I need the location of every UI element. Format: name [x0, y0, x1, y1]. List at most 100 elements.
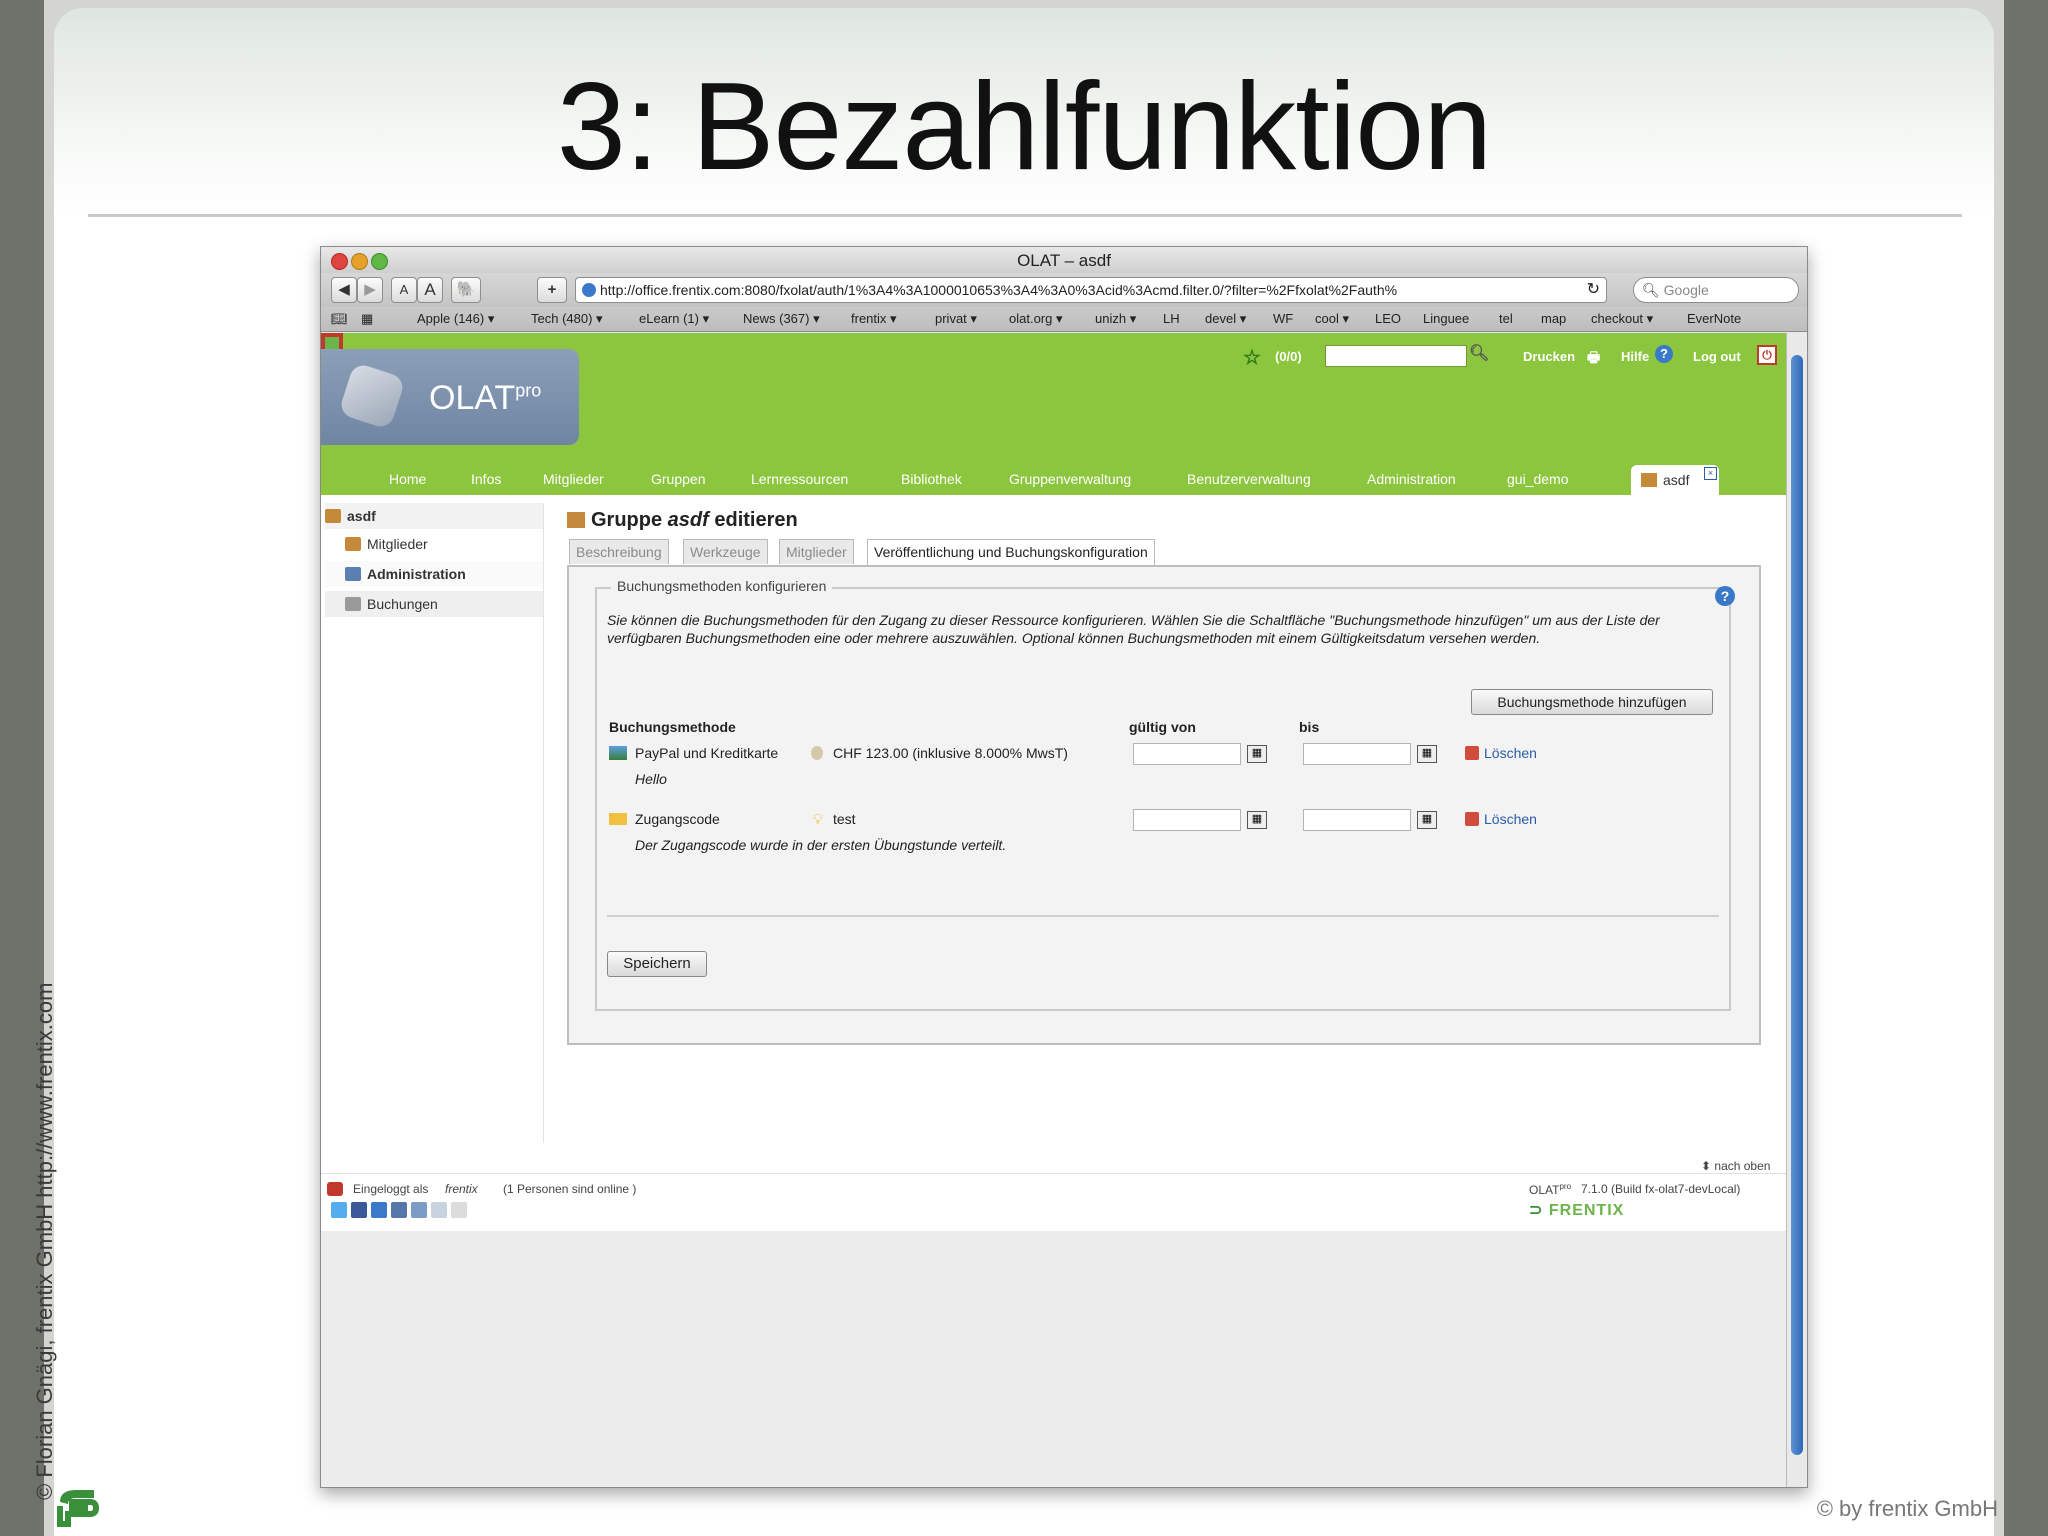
tab-panel: Buchungsmethoden konfigurieren ? Sie kön…: [567, 565, 1761, 1045]
nav-lernressourcen[interactable]: Lernressourcen: [751, 471, 848, 487]
bookmark-news[interactable]: News (367) ▾: [743, 311, 820, 327]
group-icon: [325, 509, 341, 523]
method-note: Hello: [635, 771, 667, 787]
delete-icon: [1465, 746, 1479, 760]
delete-link[interactable]: Löschen: [1465, 745, 1537, 761]
tab-veroeffentlichung[interactable]: Veröffentlichung und Buchungskonfigurati…: [867, 539, 1155, 566]
url-input[interactable]: http://office.frentix.com:8080/fxolat/au…: [575, 277, 1607, 303]
valid-until-input[interactable]: [1303, 809, 1411, 831]
share-icon[interactable]: [451, 1202, 467, 1218]
quick-search-icon[interactable]: 🔍︎: [1469, 343, 1489, 363]
bookmark-wf[interactable]: WF: [1273, 311, 1293, 326]
to-top-link[interactable]: ⬍ nach oben: [1701, 1159, 1770, 1173]
frentix-logo-icon: [57, 1490, 100, 1527]
bookmark-olatorg[interactable]: olat.org ▾: [1009, 311, 1063, 327]
bookmark-tel[interactable]: tel: [1499, 311, 1513, 326]
calendar-icon[interactable]: ▦: [1247, 811, 1267, 829]
delicious-icon[interactable]: [391, 1202, 407, 1218]
bookmark-privat[interactable]: privat ▾: [935, 311, 977, 327]
footer: Eingeloggt als frentix (1 Personen sind …: [321, 1173, 1787, 1230]
tab-werkzeuge[interactable]: Werkzeuge: [683, 539, 768, 564]
vertical-scrollbar[interactable]: [1786, 333, 1807, 1487]
evernote-icon[interactable]: 🐘: [451, 277, 481, 303]
menu-item-asdf[interactable]: asdf: [325, 503, 543, 529]
calendar-icon[interactable]: ▦: [1417, 745, 1437, 763]
nav-administration[interactable]: Administration: [1367, 471, 1456, 487]
bookmark-frentix[interactable]: frentix ▾: [851, 311, 897, 327]
olat-logo-text: OLAT: [429, 379, 516, 417]
scrollbar-thumb[interactable]: [1791, 355, 1803, 1455]
olat-logo[interactable]: OLATpro: [321, 349, 579, 445]
tab-beschreibung[interactable]: Beschreibung: [569, 539, 669, 564]
twitter-icon[interactable]: [331, 1202, 347, 1218]
close-tab-icon[interactable]: ×: [1704, 467, 1717, 480]
nav-home[interactable]: Home: [389, 471, 426, 487]
add-booking-method-button[interactable]: Buchungsmethode hinzufügen: [1471, 689, 1713, 715]
mail-icon[interactable]: [431, 1202, 447, 1218]
bookmark-cool[interactable]: cool ▾: [1315, 311, 1349, 327]
nav-gui-demo[interactable]: gui_demo: [1507, 471, 1569, 487]
nav-benutzerverwaltung[interactable]: Benutzerverwaltung: [1187, 471, 1311, 487]
add-bookmark-button[interactable]: +: [537, 277, 567, 303]
calendar-icon[interactable]: ▦: [1417, 811, 1437, 829]
tab-mitglieder[interactable]: Mitglieder: [779, 539, 854, 564]
bookmark-star-icon[interactable]: ☆: [1243, 345, 1261, 370]
bookmark-evernote[interactable]: EverNote: [1687, 311, 1741, 326]
valid-from-input[interactable]: [1133, 743, 1241, 765]
bookmark-unizh[interactable]: unizh ▾: [1095, 311, 1136, 327]
method-name: Zugangscode: [635, 811, 720, 827]
online-count[interactable]: (1 Personen sind online ): [503, 1182, 636, 1196]
calendar-icon[interactable]: ▦: [1247, 745, 1267, 763]
bookmark-linguee[interactable]: Linguee: [1423, 311, 1469, 326]
nav-mitglieder[interactable]: Mitglieder: [543, 471, 604, 487]
olat-header: OLATpro ☆ (0/0) 🔍︎ Drucken 🖶 Hilfe ? Log…: [321, 333, 1787, 495]
forward-button[interactable]: ▶: [357, 277, 383, 303]
save-button[interactable]: Speichern: [607, 951, 707, 977]
logout-link[interactable]: Log out: [1693, 349, 1741, 364]
nav-bibliothek[interactable]: Bibliothek: [901, 471, 962, 487]
nav-infos[interactable]: Infos: [471, 471, 501, 487]
menu-item-mitglieder[interactable]: Mitglieder: [325, 531, 543, 557]
google-icon[interactable]: [371, 1202, 387, 1218]
help-link[interactable]: Hilfe: [1621, 349, 1649, 364]
nav-gruppenverwaltung[interactable]: Gruppenverwaltung: [1009, 471, 1131, 487]
valid-from-input[interactable]: [1133, 809, 1241, 831]
bookmark-elearn[interactable]: eLearn (1) ▾: [639, 311, 709, 327]
quick-search-input[interactable]: [1325, 345, 1467, 367]
bookmark-map[interactable]: map: [1541, 311, 1566, 326]
nav-tab-asdf[interactable]: asdf ×: [1631, 465, 1719, 495]
bookmark-lh[interactable]: LH: [1163, 311, 1180, 326]
bookmark-count[interactable]: (0/0): [1275, 349, 1302, 364]
reload-icon[interactable]: ↻: [1587, 278, 1600, 302]
facebook-icon[interactable]: [351, 1202, 367, 1218]
text-larger-button[interactable]: A: [417, 277, 443, 303]
valid-until-input[interactable]: [1303, 743, 1411, 765]
bookmarks-book-icon[interactable]: 📖︎: [331, 311, 348, 327]
search-input[interactable]: 🔍︎ Google: [1633, 277, 1799, 303]
menu-item-administration[interactable]: Administration: [325, 561, 543, 587]
method-note: Der Zugangscode wurde in der ersten Übun…: [635, 837, 1006, 853]
text-smaller-button[interactable]: A: [391, 277, 417, 303]
print-icon[interactable]: 🖶: [1587, 347, 1600, 371]
back-button[interactable]: ◀: [331, 277, 357, 303]
menu-item-label: Administration: [367, 566, 466, 582]
delete-link[interactable]: Löschen: [1465, 811, 1537, 827]
nav-gruppen[interactable]: Gruppen: [651, 471, 705, 487]
bookmark-apple[interactable]: Apple (146) ▾: [417, 311, 494, 327]
olat-pro-sup: pro: [1559, 1182, 1572, 1191]
help-icon[interactable]: ?: [1715, 586, 1735, 606]
bulb-icon: 💡︎: [813, 811, 823, 827]
print-link[interactable]: Drucken: [1523, 349, 1575, 364]
page-title: Gruppe asdf editieren: [567, 509, 798, 532]
top-sites-grid-icon[interactable]: ▦: [361, 311, 373, 327]
bookmark-checkout[interactable]: checkout ▾: [1591, 311, 1653, 327]
help-icon[interactable]: ?: [1655, 345, 1673, 363]
logout-icon[interactable]: ⏻: [1757, 345, 1777, 365]
bookmark-tech[interactable]: Tech (480) ▾: [531, 311, 603, 327]
version-text: 7.1.0 (Build fx-olat7-devLocal): [1581, 1182, 1741, 1196]
bookmark-leo[interactable]: LEO: [1375, 311, 1401, 326]
bookmark-devel[interactable]: devel ▾: [1205, 311, 1246, 327]
menu-item-buchungen[interactable]: Buchungen: [325, 591, 543, 617]
logged-in-user: frentix: [445, 1182, 478, 1196]
digg-icon[interactable]: [411, 1202, 427, 1218]
